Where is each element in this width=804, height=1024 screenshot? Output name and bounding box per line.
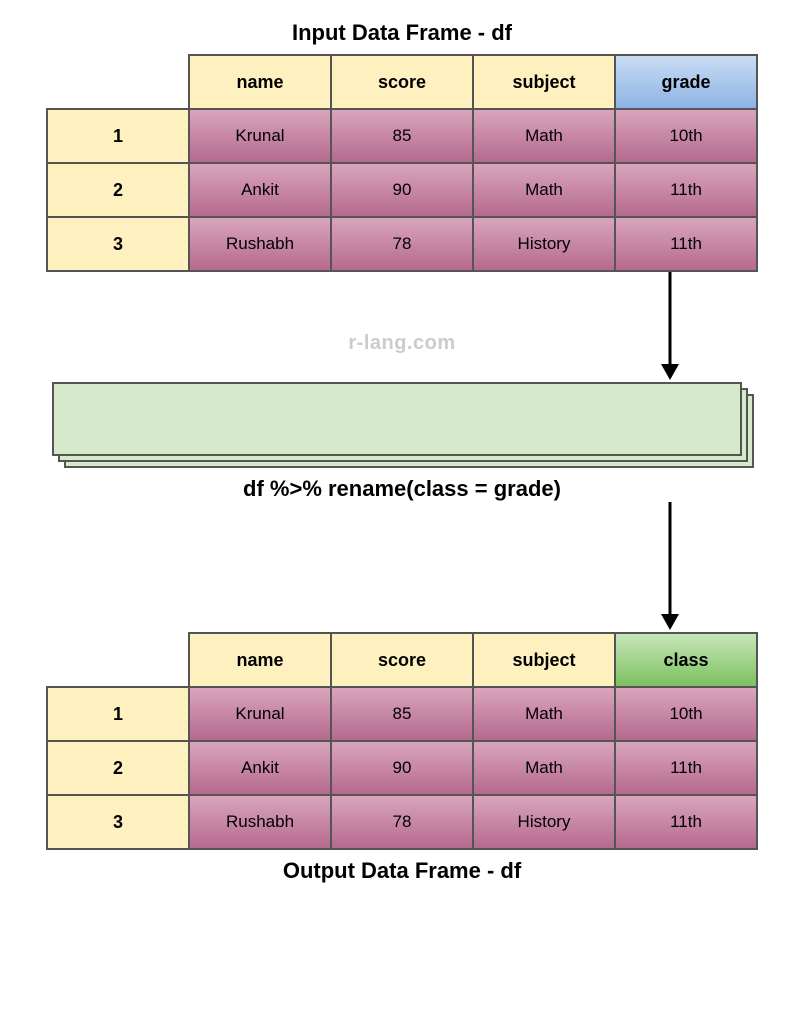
cell-subject: Math bbox=[473, 109, 615, 163]
cell-subject: Math bbox=[473, 687, 615, 741]
row-id: 1 bbox=[47, 687, 189, 741]
arrow-down-icon bbox=[30, 272, 774, 382]
cell-grade: 11th bbox=[615, 163, 757, 217]
arrow-down-icon bbox=[30, 502, 774, 632]
col-header-name: name bbox=[189, 55, 331, 109]
cell-name: Krunal bbox=[189, 109, 331, 163]
row-id: 1 bbox=[47, 109, 189, 163]
table-row: 1 Krunal 85 Math 10th bbox=[47, 109, 757, 163]
corner-cell bbox=[47, 633, 189, 687]
cell-name: Krunal bbox=[189, 687, 331, 741]
cell-name: Ankit bbox=[189, 163, 331, 217]
col-header-score: score bbox=[331, 633, 473, 687]
col-header-class: class bbox=[615, 633, 757, 687]
cell-subject: Math bbox=[473, 163, 615, 217]
cell-subject: History bbox=[473, 217, 615, 271]
table-row: 3 Rushabh 78 History 11th bbox=[47, 217, 757, 271]
cell-class: 11th bbox=[615, 795, 757, 849]
table-row: 2 Ankit 90 Math 11th bbox=[47, 163, 757, 217]
cell-score: 78 bbox=[331, 795, 473, 849]
cell-grade: 11th bbox=[615, 217, 757, 271]
stack-layer-icon bbox=[52, 382, 742, 456]
col-header-name: name bbox=[189, 633, 331, 687]
cell-class: 10th bbox=[615, 687, 757, 741]
cell-score: 90 bbox=[331, 741, 473, 795]
cell-name: Rushabh bbox=[189, 217, 331, 271]
cell-subject: Math bbox=[473, 741, 615, 795]
col-header-subject: subject bbox=[473, 55, 615, 109]
output-table-wrap: name score subject class 1 Krunal 85 Mat… bbox=[30, 632, 774, 850]
output-title: Output Data Frame - df bbox=[30, 858, 774, 884]
row-id: 3 bbox=[47, 217, 189, 271]
output-table: name score subject class 1 Krunal 85 Mat… bbox=[46, 632, 758, 850]
input-table-wrap: name score subject grade 1 Krunal 85 Mat… bbox=[30, 54, 774, 272]
cell-score: 78 bbox=[331, 217, 473, 271]
cell-grade: 10th bbox=[615, 109, 757, 163]
operation-box-stack bbox=[52, 382, 752, 472]
cell-name: Rushabh bbox=[189, 795, 331, 849]
row-id: 2 bbox=[47, 163, 189, 217]
corner-cell bbox=[47, 55, 189, 109]
cell-name: Ankit bbox=[189, 741, 331, 795]
input-title: Input Data Frame - df bbox=[30, 20, 774, 46]
cell-class: 11th bbox=[615, 741, 757, 795]
table-row: 2 Ankit 90 Math 11th bbox=[47, 741, 757, 795]
table-row: 1 Krunal 85 Math 10th bbox=[47, 687, 757, 741]
arrow-down-2-wrap bbox=[30, 502, 774, 632]
cell-score: 85 bbox=[331, 109, 473, 163]
table-header-row: name score subject grade bbox=[47, 55, 757, 109]
input-table: name score subject grade 1 Krunal 85 Mat… bbox=[46, 54, 758, 272]
row-id: 3 bbox=[47, 795, 189, 849]
code-expression: df %>% rename(class = grade) bbox=[30, 476, 774, 502]
cell-score: 85 bbox=[331, 687, 473, 741]
arrow-down-1-wrap: r-lang.com bbox=[30, 272, 774, 382]
col-header-grade: grade bbox=[615, 55, 757, 109]
cell-score: 90 bbox=[331, 163, 473, 217]
col-header-score: score bbox=[331, 55, 473, 109]
col-header-subject: subject bbox=[473, 633, 615, 687]
table-row: 3 Rushabh 78 History 11th bbox=[47, 795, 757, 849]
table-header-row: name score subject class bbox=[47, 633, 757, 687]
row-id: 2 bbox=[47, 741, 189, 795]
cell-subject: History bbox=[473, 795, 615, 849]
